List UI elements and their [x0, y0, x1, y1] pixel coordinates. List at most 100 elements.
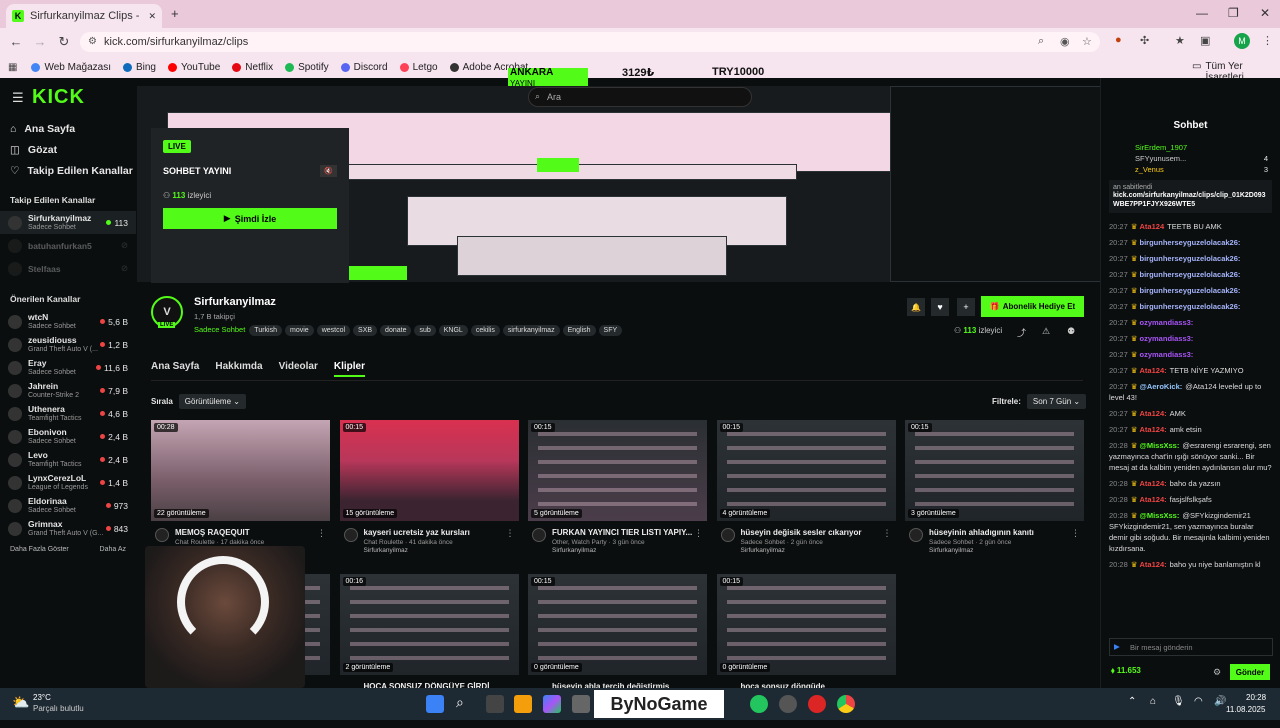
sidebar-channel[interactable]: zeusidiouss Grand Theft Auto V (... 1,2 B [0, 333, 136, 356]
clip-title[interactable]: hüseyin değisik sesler cıkarıyor [717, 528, 896, 537]
sidebar-nav-item[interactable]: ◫ Gözat [0, 139, 136, 160]
wifi-icon[interactable]: ◠ [1194, 696, 1203, 707]
chat-username[interactable]: Ata124: [1140, 366, 1167, 375]
clip-thumbnail[interactable]: 00:16 2 görüntüleme [339, 574, 519, 675]
bookmark-item[interactable]: Letgo [399, 62, 438, 73]
tab-1[interactable]: Hakkımda [215, 361, 262, 377]
chat-username[interactable]: birgunherseyguzelolacak26: [1140, 254, 1241, 263]
watch-now-button[interactable]: ▶ Şimdi İzle [163, 208, 337, 229]
chat-username[interactable]: birgunherseyguzelolacak26: [1140, 238, 1241, 247]
eye-off-icon[interactable]: ◉ [1060, 35, 1070, 48]
bookmark-item[interactable]: Discord [340, 62, 388, 73]
clip-title[interactable]: hüseyinin ahladıgının kanıtı [905, 528, 1084, 537]
mic-icon[interactable]: 🎙 [1172, 696, 1185, 707]
clip-menu-icon[interactable]: ⋮ [506, 528, 515, 539]
clip-card[interactable]: 00:15 5 görüntüleme ⋮ FURKAN YAYINCI TIER L… [528, 420, 707, 554]
clip-card[interactable]: 00:15 0 görüntüleme hoca sonsuz döngüde [716, 574, 896, 691]
tray-chevron-icon[interactable]: ⌃ [1128, 696, 1136, 707]
reading-list-icon[interactable]: ▣ [1200, 34, 1210, 47]
chat-username[interactable]: Ata124: [1140, 495, 1167, 504]
filter-select[interactable]: Son 7 Gün ⌄ [1026, 394, 1087, 409]
chat-username[interactable]: Ata124: [1140, 560, 1167, 569]
sidebar-channel[interactable]: Eldorinaa Sadece Sohbet 973 [0, 494, 136, 517]
sidebar-channel[interactable]: Jahrein Counter-Strike 2 7,9 B [0, 379, 136, 402]
emoji-icon[interactable]: ▶ [1114, 642, 1120, 651]
store-icon[interactable] [572, 695, 590, 713]
report-icon[interactable]: ⚠ [1042, 326, 1050, 337]
sort-select[interactable]: Görüntüleme ⌄ [178, 394, 246, 409]
heart-icon[interactable]: ♥ [931, 298, 949, 316]
clip-author-avatar[interactable] [343, 528, 358, 542]
opera-icon[interactable] [808, 695, 826, 713]
sidebar-nav-item[interactable]: ⌂ Ana Sayfa [0, 118, 136, 139]
sidebar-channel[interactable]: LynxCerezLoL League of Legends 1,4 B [0, 471, 136, 494]
clip-title[interactable]: kayseri ucretsiz yaz kursları [340, 528, 519, 537]
clip-card[interactable]: 00:16 2 görüntüleme HOCA SONSUZ DÖNGÜYE Gİ… [339, 574, 519, 691]
clip-menu-icon[interactable]: ⋮ [694, 528, 703, 539]
clock-date[interactable]: 11.08.2025 [1226, 705, 1265, 714]
chat-username[interactable]: Ata124 [1140, 222, 1165, 231]
clip-author[interactable]: Sirfurkanyilmaz [528, 547, 707, 554]
extensions-puzzle-icon[interactable]: ✣ [1140, 34, 1149, 47]
chat-username[interactable]: birgunherseyguzelolacak26: [1140, 286, 1241, 295]
clip-menu-icon[interactable]: ⋮ [317, 528, 326, 539]
browser-tab[interactable]: K Sirfurkanyilmaz Clips - Watch L ✕ [6, 4, 162, 28]
clock-time[interactable]: 20:28 [1246, 693, 1266, 702]
sidebar-channel[interactable]: Uthenera Teamfight Tactics 4,6 B [0, 402, 136, 425]
windows-start-icon[interactable] [426, 695, 444, 713]
sidebar-channel[interactable]: Eray Sadece Sohbet 11,6 B [0, 356, 136, 379]
clip-author-avatar[interactable] [909, 528, 923, 542]
channel-tag[interactable]: SXB [353, 325, 378, 336]
chat-username[interactable]: @MissXss: [1140, 511, 1180, 520]
tab-2[interactable]: Videolar [279, 361, 318, 377]
clip-card[interactable]: 00:15 0 görüntüleme hüseyin abla tercih de… [528, 574, 707, 691]
channel-tag[interactable]: westcol [316, 325, 351, 336]
zoom-icon[interactable]: ⌕ [1038, 35, 1044, 48]
channel-tag[interactable]: donate [380, 325, 412, 336]
chat-username[interactable]: Ata124: [1140, 409, 1167, 418]
bell-icon[interactable]: 🔔 [907, 298, 925, 316]
clip-author[interactable]: Sirfurkanyilmaz [340, 547, 519, 554]
kick-logo[interactable]: KICK [32, 86, 85, 109]
chat-username[interactable]: birgunherseyguzelolacak26: [1140, 302, 1241, 311]
new-tab-button[interactable]: + [171, 6, 179, 21]
share-icon[interactable]: ⤴ [1017, 326, 1026, 339]
chat-username[interactable]: Ata124: [1140, 479, 1167, 488]
volume-icon[interactable]: 🔊 [1214, 696, 1226, 707]
top-user[interactable]: SFYyunusem... 4 [1101, 154, 1280, 163]
search-input[interactable]: ⌕ Ara [528, 87, 752, 107]
channel-tag[interactable]: sub [414, 325, 436, 336]
back-icon[interactable]: ← [4, 34, 28, 49]
extension-icon[interactable]: ● [1115, 34, 1122, 46]
tab-close-icon[interactable]: ✕ [148, 11, 156, 22]
weather-icon[interactable]: ⛅ [12, 694, 29, 711]
pinned-link[interactable]: kick.com/sirfurkanyilmaz/clips/clip_01K2… [1113, 191, 1268, 209]
clip-author-avatar[interactable] [532, 528, 546, 542]
clip-menu-icon[interactable]: ⋮ [1071, 528, 1080, 539]
show-less-link[interactable]: Daha Az [100, 546, 126, 553]
maximize-icon[interactable]: ❐ [1228, 6, 1239, 20]
url-field[interactable]: ⚙ kick.com/sirfurkanyilmaz/clips ⌕ ◉ ☆ [80, 32, 1100, 52]
star-icon[interactable]: ☆ [1082, 35, 1092, 48]
channel-tag[interactable]: KNGL [438, 325, 468, 336]
sidebar-channel[interactable]: Ebonivon Sadece Sohbet 2,4 B [0, 425, 136, 448]
clip-card[interactable]: 00:28 22 görüntüleme ⋮ MEMOŞ RAQEQUIT Chat R… [151, 420, 330, 554]
tab-0[interactable]: Ana Sayfa [151, 361, 199, 377]
chat-username[interactable]: @AeroKick: [1140, 382, 1183, 391]
sidebar-channel[interactable]: Levo Teamfight Tactics 2,4 B [0, 448, 136, 471]
reload-icon[interactable]: ↻ [52, 34, 76, 50]
channel-tag[interactable]: cekilis [470, 325, 500, 336]
channel-category[interactable]: Sadece Sohbet [194, 325, 245, 334]
clip-title[interactable]: FURKAN YAYINCI TIER LISTI YAPIY... [528, 528, 707, 537]
show-more-link[interactable]: Daha Fazla Göster [10, 546, 69, 553]
channel-tag[interactable]: English [562, 325, 596, 336]
menu-kebab-icon[interactable]: ⋮ [1262, 34, 1273, 47]
minimize-icon[interactable]: — [1196, 6, 1208, 20]
chat-username[interactable]: ozymandiass3: [1140, 334, 1194, 343]
send-button[interactable]: Gönder [1230, 664, 1270, 680]
apps-grid-icon[interactable]: ▦ [8, 62, 17, 73]
task-view-icon[interactable] [486, 695, 504, 713]
clip-card[interactable]: 00:15 4 görüntüleme ⋮ hüseyin değisik sesle… [716, 420, 896, 554]
close-window-icon[interactable]: ✕ [1260, 6, 1270, 20]
channel-tag[interactable]: sirfurkanyilmaz [502, 325, 560, 336]
